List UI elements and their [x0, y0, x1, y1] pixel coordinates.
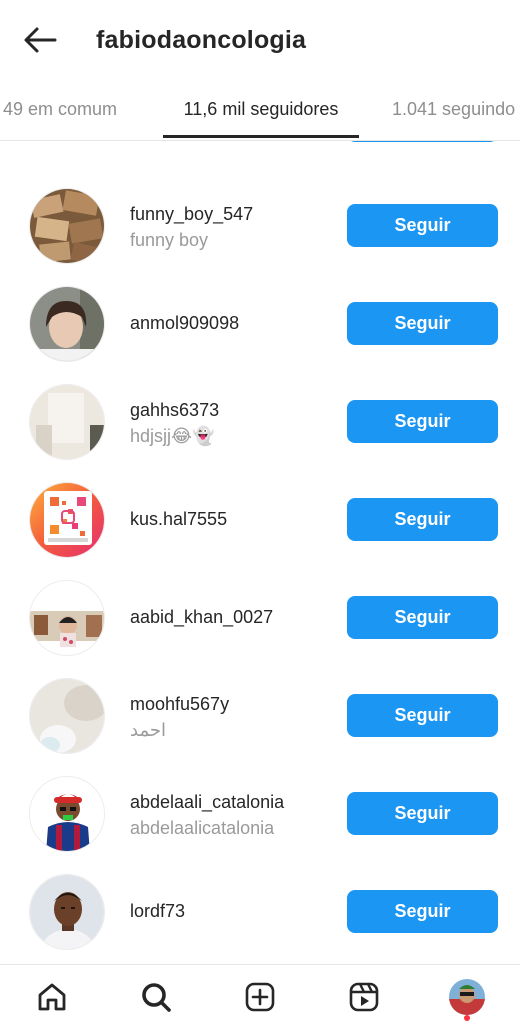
avatar[interactable]: [29, 874, 105, 950]
follow-button[interactable]: Seguir: [347, 302, 498, 345]
follow-button[interactable]: Seguir: [347, 890, 498, 933]
notification-dot: [464, 1015, 470, 1021]
follow-button[interactable]: Seguir: [347, 792, 498, 835]
list-item[interactable]: funny_boy_547 funny boy Seguir: [0, 181, 520, 279]
nav-create[interactable]: [242, 979, 278, 1015]
list-item[interactable]: kus.hal7555 Seguir: [0, 475, 520, 573]
list-item[interactable]: gahhs6373 hdjsjj😂👻 Seguir: [0, 377, 520, 475]
follow-button[interactable]: [347, 141, 498, 142]
username[interactable]: gahhs6373: [130, 398, 335, 422]
follow-button[interactable]: Seguir: [347, 694, 498, 737]
reels-icon: [349, 982, 379, 1012]
username[interactable]: lordf73: [130, 899, 335, 923]
nav-search[interactable]: [138, 979, 174, 1015]
username[interactable]: anmol909098: [130, 311, 335, 335]
list-item[interactable]: abdelaali_catalonia abdelaalicatalonia S…: [0, 769, 520, 867]
user-names: gahhs6373 hdjsjj😂👻: [130, 398, 335, 448]
followers-list[interactable]: funny_boy_547 funny boy Seguir anmol9090…: [0, 141, 520, 963]
follow-button[interactable]: Seguir: [347, 498, 498, 541]
username[interactable]: aabid_khan_0027: [130, 605, 335, 629]
top-bar: fabiodaoncologia: [0, 0, 520, 80]
nav-reels[interactable]: [346, 979, 382, 1015]
home-icon: [38, 983, 66, 1011]
follow-button[interactable]: Seguir: [347, 400, 498, 443]
nav-home[interactable]: [34, 979, 70, 1015]
tab-followers[interactable]: 11,6 mil seguidores: [163, 86, 359, 138]
tab-in-common[interactable]: 49 em comum: [3, 86, 117, 138]
user-names: aabid_khan_0027: [130, 605, 335, 629]
avatar[interactable]: [29, 188, 105, 264]
tab-following[interactable]: 1.041 seguindo: [392, 86, 515, 138]
full-name: احمد: [130, 720, 166, 740]
create-post-icon: [245, 982, 275, 1012]
avatar[interactable]: [29, 580, 105, 656]
follow-button[interactable]: Seguir: [347, 596, 498, 639]
avatar[interactable]: [29, 286, 105, 362]
list-item[interactable]: [0, 141, 520, 159]
page-title: fabiodaoncologia: [96, 25, 307, 54]
bottom-nav: [0, 964, 520, 1025]
user-names: funny_boy_547 funny boy: [130, 202, 335, 252]
user-names: kus.hal7555: [130, 507, 335, 531]
tab-bar: 49 em comum 11,6 mil seguidores 1.041 se…: [0, 86, 520, 141]
arrow-left-icon: [24, 27, 57, 53]
user-names: abdelaali_catalonia abdelaalicatalonia: [130, 790, 335, 840]
user-names: lordf73: [130, 899, 335, 923]
list-item[interactable]: lordf73 Seguir: [0, 867, 520, 963]
username[interactable]: funny_boy_547: [130, 202, 335, 226]
full-name: abdelaalicatalonia: [130, 818, 275, 838]
list-item[interactable]: aabid_khan_0027 Seguir: [0, 573, 520, 671]
full-name: hdjsjj😂👻: [130, 426, 215, 446]
username[interactable]: kus.hal7555: [130, 507, 335, 531]
back-button[interactable]: [18, 18, 62, 62]
user-names: anmol909098: [130, 311, 335, 335]
username[interactable]: abdelaali_catalonia: [130, 790, 335, 814]
avatar[interactable]: [29, 384, 105, 460]
list-item[interactable]: moohfu567y احمد Seguir: [0, 671, 520, 769]
full-name: funny boy: [130, 230, 209, 250]
avatar[interactable]: [29, 678, 105, 754]
follow-button[interactable]: Seguir: [347, 204, 498, 247]
profile-avatar[interactable]: [449, 979, 485, 1015]
user-names: moohfu567y احمد: [130, 692, 335, 742]
avatar[interactable]: [29, 776, 105, 852]
username[interactable]: moohfu567y: [130, 692, 335, 716]
list-item[interactable]: anmol909098 Seguir: [0, 279, 520, 377]
avatar[interactable]: [29, 482, 105, 558]
search-icon: [142, 983, 171, 1012]
